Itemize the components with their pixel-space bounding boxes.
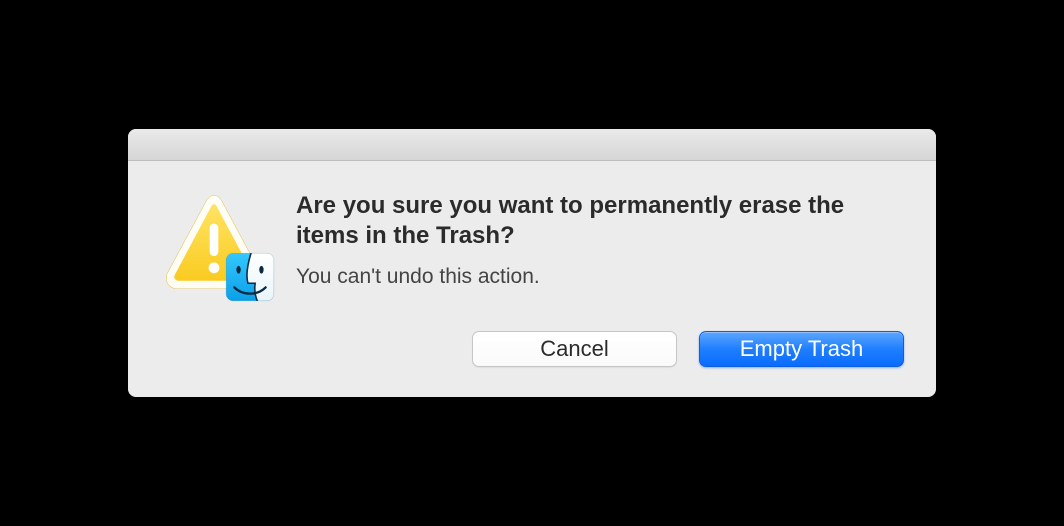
finder-icon bbox=[224, 251, 276, 303]
dialog-message: You can't undo this action. bbox=[296, 265, 904, 289]
cancel-button[interactable]: Cancel bbox=[472, 331, 677, 367]
warning-finder-icon bbox=[160, 189, 268, 297]
empty-trash-button[interactable]: Empty Trash bbox=[699, 331, 904, 367]
dialog-content: Are you sure you want to permanently era… bbox=[296, 189, 904, 289]
dialog-button-row: Cancel Empty Trash bbox=[128, 321, 936, 397]
dialog-heading: Are you sure you want to permanently era… bbox=[296, 191, 904, 251]
dialog-body: Are you sure you want to permanently era… bbox=[128, 161, 936, 321]
dialog-titlebar bbox=[128, 129, 936, 161]
alert-dialog: Are you sure you want to permanently era… bbox=[128, 129, 936, 397]
